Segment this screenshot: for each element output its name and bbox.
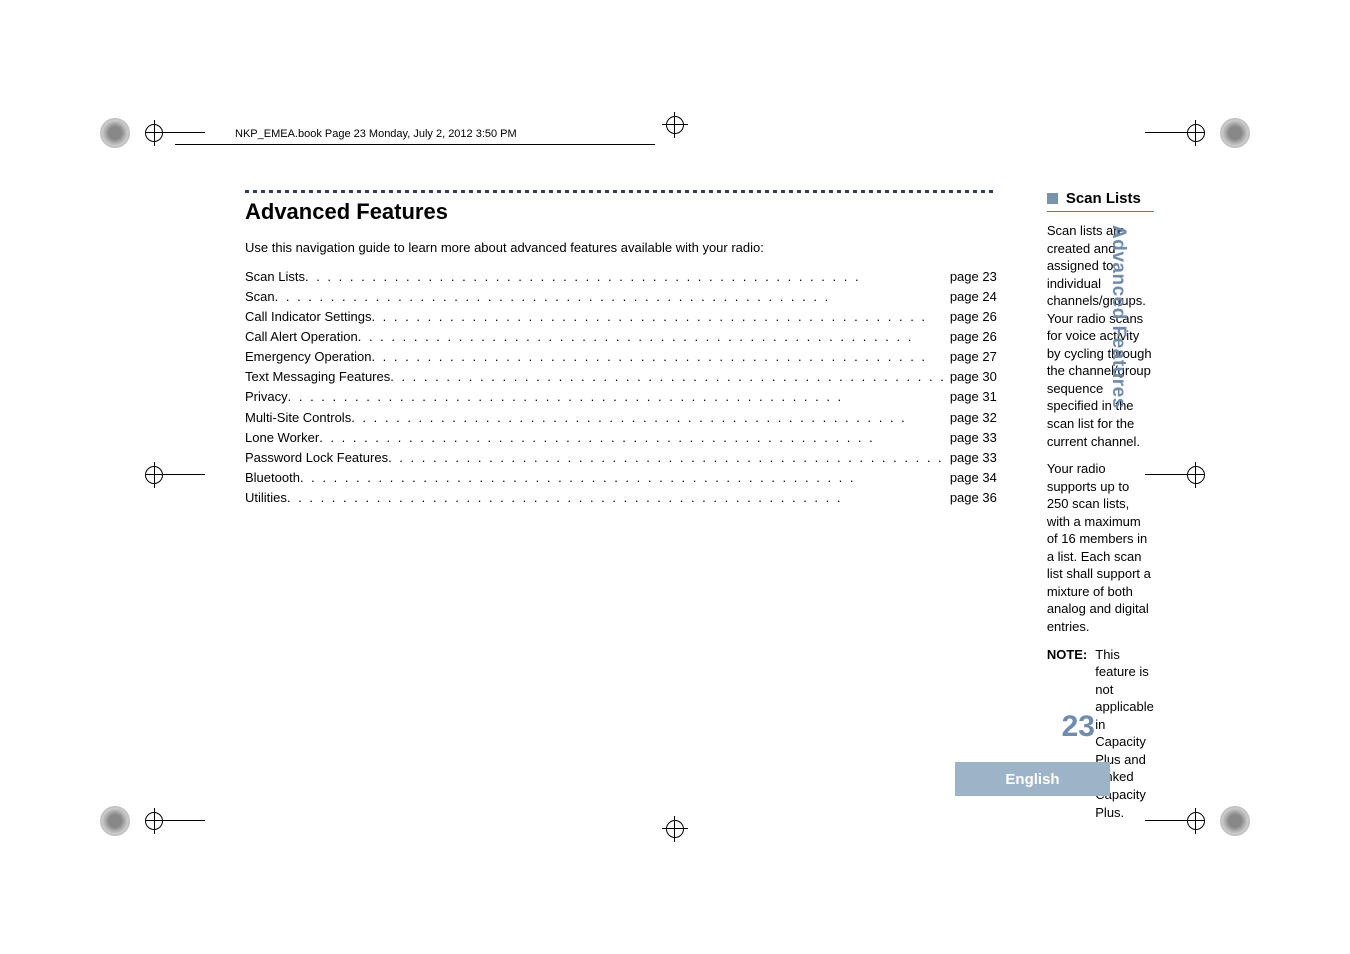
body-paragraph: Your radio supports up to 250 scan lists… — [1047, 460, 1154, 635]
toc-page: page 36 — [946, 488, 997, 508]
toc-leader — [305, 267, 946, 287]
toc-page: page 26 — [946, 327, 997, 347]
crop-mark — [662, 112, 688, 138]
toc-page: page 32 — [946, 408, 997, 428]
toc-item: Multi-Site Controls page 32 — [245, 408, 997, 428]
header-rule — [175, 144, 655, 145]
toc-page: page 33 — [946, 448, 997, 468]
section-title: Scan Lists — [1066, 190, 1141, 207]
toc-page: page 23 — [946, 267, 997, 287]
registration-corner — [1220, 806, 1250, 836]
toc-leader — [287, 488, 946, 508]
language-tab: English — [955, 762, 1110, 796]
toc-item: Emergency Operation page 27 — [245, 347, 997, 367]
toc-item: Call Indicator Settings page 26 — [245, 307, 997, 327]
toc-label: Call Indicator Settings — [245, 307, 371, 327]
toc-page: page 26 — [946, 307, 997, 327]
toc-leader — [388, 448, 946, 468]
intro-paragraph: Use this navigation guide to learn more … — [245, 239, 997, 257]
section-bullet-icon — [1047, 193, 1058, 204]
registration-corner — [100, 118, 130, 148]
crop-mark — [1145, 120, 1205, 146]
thumb-tab: Advanced Features — [1106, 225, 1130, 455]
toc-label: Scan — [245, 287, 275, 307]
toc-leader — [390, 367, 946, 387]
toc-label: Text Messaging Features — [245, 367, 390, 387]
toc-page: page 34 — [946, 468, 997, 488]
language-label: English — [1005, 771, 1059, 788]
toc-label: Utilities — [245, 488, 287, 508]
toc-label: Multi-Site Controls — [245, 408, 351, 428]
toc-page: page 30 — [946, 367, 997, 387]
body-paragraph: Scan lists are created and assigned to i… — [1047, 222, 1154, 450]
toc-item: Scan page 24 — [245, 287, 997, 307]
toc-label: Lone Worker — [245, 428, 319, 448]
toc-label: Privacy — [245, 387, 288, 407]
page-number: 23 — [1062, 710, 1095, 744]
toc-leader — [300, 468, 946, 488]
section-heading-row: Scan Lists — [1047, 190, 1154, 207]
toc-page: page 24 — [946, 287, 997, 307]
toc-label: Call Alert Operation — [245, 327, 358, 347]
crop-mark — [145, 120, 205, 146]
toc-leader — [319, 428, 946, 448]
toc-item: Password Lock Features page 33 — [245, 448, 997, 468]
crop-mark — [145, 808, 205, 834]
header-metadata: NKP_EMEA.book Page 23 Monday, July 2, 20… — [235, 128, 517, 140]
toc-page: page 31 — [946, 387, 997, 407]
toc-leader — [351, 408, 946, 428]
left-column: Advanced Features Use this navigation gu… — [245, 190, 997, 804]
toc-leader — [371, 347, 945, 367]
toc-leader — [275, 287, 946, 307]
toc-label: Emergency Operation — [245, 347, 371, 367]
crop-mark — [1145, 808, 1205, 834]
toc-list: Scan Lists page 23 Scan page 24 Call Indic… — [245, 267, 997, 509]
toc-item: Call Alert Operation page 26 — [245, 327, 997, 347]
thumb-tab-label: Advanced Features — [1107, 225, 1129, 409]
chapter-title: Advanced Features — [245, 199, 997, 225]
page-content: Advanced Features Use this navigation gu… — [245, 190, 1105, 804]
toc-leader — [358, 327, 946, 347]
toc-label: Bluetooth — [245, 468, 300, 488]
toc-item: Lone Worker page 33 — [245, 428, 997, 448]
toc-page: page 27 — [946, 347, 997, 367]
toc-item: Text Messaging Features page 30 — [245, 367, 997, 387]
section-rule — [1047, 211, 1154, 212]
registration-corner — [100, 806, 130, 836]
toc-leader — [371, 307, 945, 327]
crop-mark — [145, 462, 205, 488]
toc-label: Password Lock Features — [245, 448, 388, 468]
toc-item: Scan Lists page 23 — [245, 267, 997, 287]
toc-item: Bluetooth page 34 — [245, 468, 997, 488]
toc-page: page 33 — [946, 428, 997, 448]
toc-item: Privacy page 31 — [245, 387, 997, 407]
chapter-rule — [245, 190, 997, 193]
toc-item: Utilities page 36 — [245, 488, 997, 508]
crop-mark — [662, 816, 688, 842]
registration-corner — [1220, 118, 1250, 148]
toc-label: Scan Lists — [245, 267, 305, 287]
toc-leader — [288, 387, 946, 407]
